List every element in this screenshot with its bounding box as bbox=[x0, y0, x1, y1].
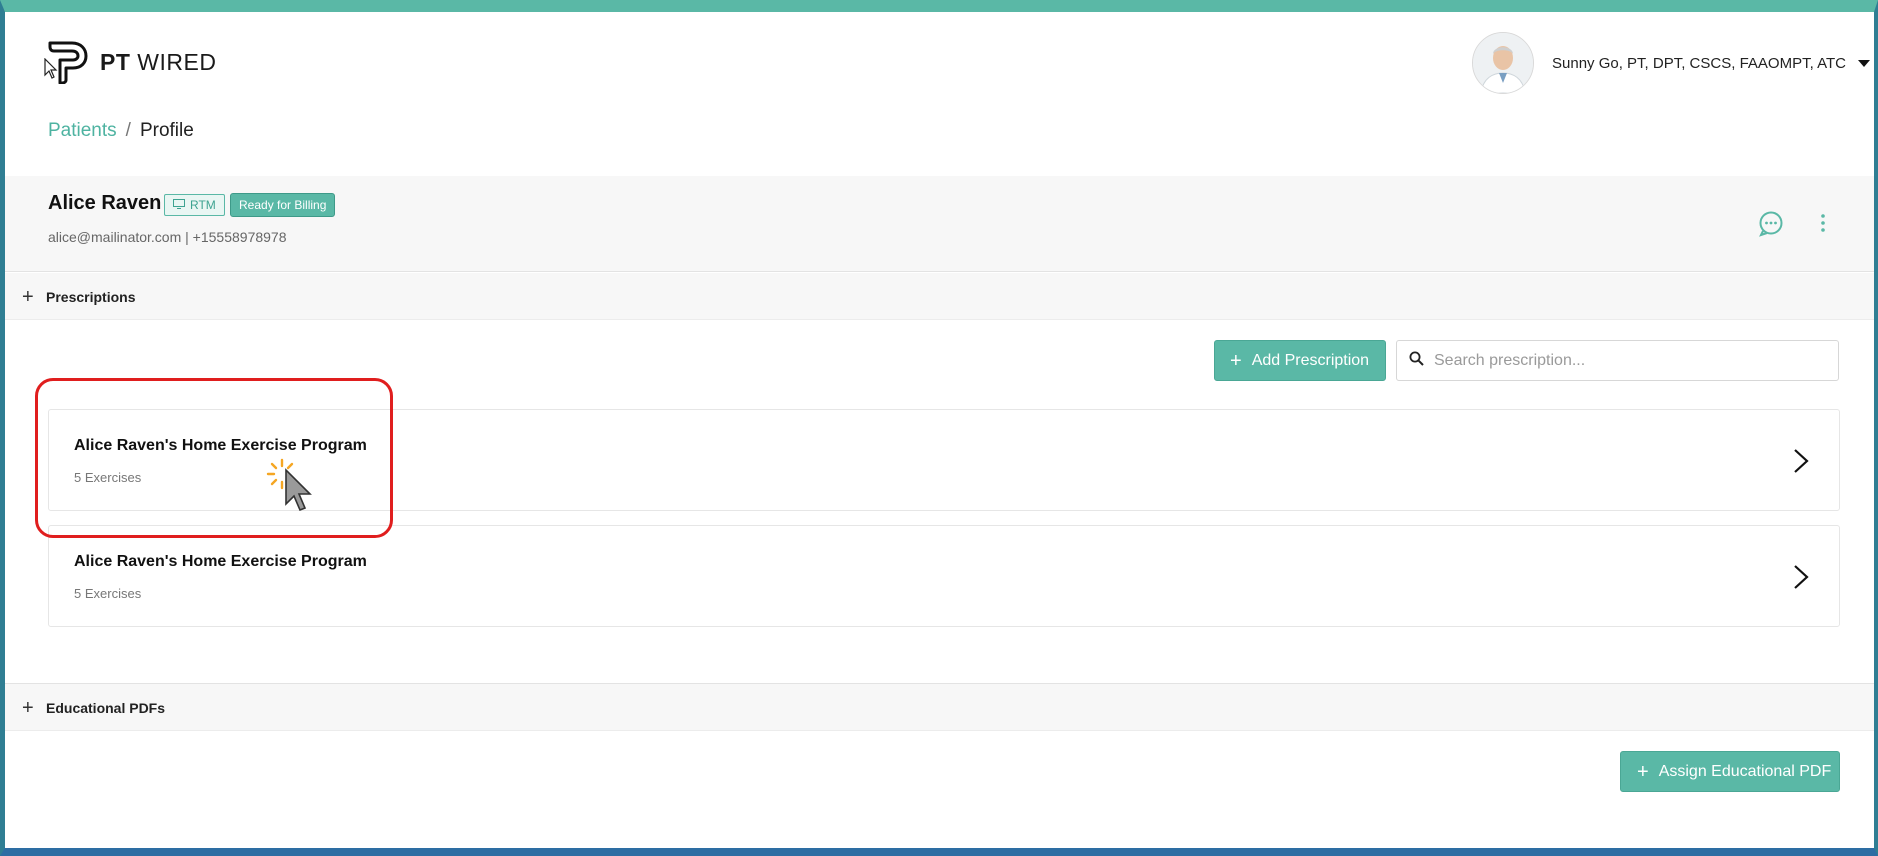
prescription-search[interactable] bbox=[1396, 340, 1839, 381]
user-menu[interactable]: Sunny Go, PT, DPT, CSCS, FAAOMPT, ATC bbox=[1472, 32, 1870, 94]
add-prescription-button[interactable]: + Add Prescription bbox=[1214, 340, 1386, 381]
mouse-pointer-icon bbox=[44, 57, 58, 85]
assign-educational-pdf-button[interactable]: + Assign Educational PDF bbox=[1620, 751, 1840, 792]
prescription-card[interactable]: Alice Raven's Home Exercise Program 5 Ex… bbox=[48, 525, 1840, 627]
breadcrumb-patients-link[interactable]: Patients bbox=[48, 120, 117, 141]
plus-icon[interactable]: + bbox=[22, 287, 34, 307]
rtm-badge-label: RTM bbox=[190, 198, 216, 212]
brand-logo[interactable]: PT WIRED bbox=[46, 40, 216, 84]
chat-bubble-icon[interactable] bbox=[1758, 211, 1784, 242]
breadcrumb: Patients / Profile bbox=[48, 120, 194, 142]
breadcrumb-current: Profile bbox=[139, 120, 194, 141]
prescription-exercise-count: 5 Exercises bbox=[74, 586, 142, 601]
plus-icon: + bbox=[1230, 349, 1242, 372]
prescription-exercise-count: 5 Exercises bbox=[74, 470, 142, 485]
add-prescription-label: Add Prescription bbox=[1251, 351, 1370, 369]
caret-down-icon[interactable] bbox=[1857, 59, 1870, 67]
avatar bbox=[1472, 32, 1534, 94]
plus-icon[interactable]: + bbox=[22, 698, 34, 718]
vertical-dots-icon[interactable] bbox=[1818, 211, 1828, 242]
plus-icon: + bbox=[1637, 760, 1649, 783]
assign-educational-pdf-label: Assign Educational PDF bbox=[1658, 762, 1832, 780]
monitor-icon bbox=[173, 198, 185, 212]
patient-name: Alice Raven bbox=[48, 192, 162, 214]
breadcrumb-separator: / bbox=[125, 120, 131, 141]
user-name: Sunny Go, PT, DPT, CSCS, FAAOMPT, ATC bbox=[1552, 54, 1846, 72]
patient-header bbox=[5, 176, 1874, 272]
search-input[interactable] bbox=[1432, 350, 1816, 371]
search-icon bbox=[1409, 351, 1424, 371]
educational-pdfs-section-header[interactable] bbox=[5, 683, 1874, 731]
chevron-right-icon[interactable] bbox=[1793, 564, 1809, 595]
prescription-title: Alice Raven's Home Exercise Program bbox=[74, 553, 367, 570]
chevron-right-icon[interactable] bbox=[1793, 448, 1809, 479]
prescription-card[interactable]: Alice Raven's Home Exercise Program 5 Ex… bbox=[48, 409, 1840, 511]
billing-status-badge: Ready for Billing bbox=[230, 193, 336, 217]
prescriptions-section-header[interactable] bbox=[5, 273, 1874, 320]
prescription-title: Alice Raven's Home Exercise Program bbox=[74, 437, 367, 454]
rtm-badge: RTM bbox=[164, 194, 225, 216]
prescriptions-section-title: Prescriptions bbox=[46, 289, 136, 305]
educational-pdfs-section-title: Educational PDFs bbox=[46, 700, 166, 716]
brand-name: PT WIRED bbox=[100, 48, 217, 75]
patient-contact: alice@mailinator.com | +15558978978 bbox=[48, 229, 287, 245]
